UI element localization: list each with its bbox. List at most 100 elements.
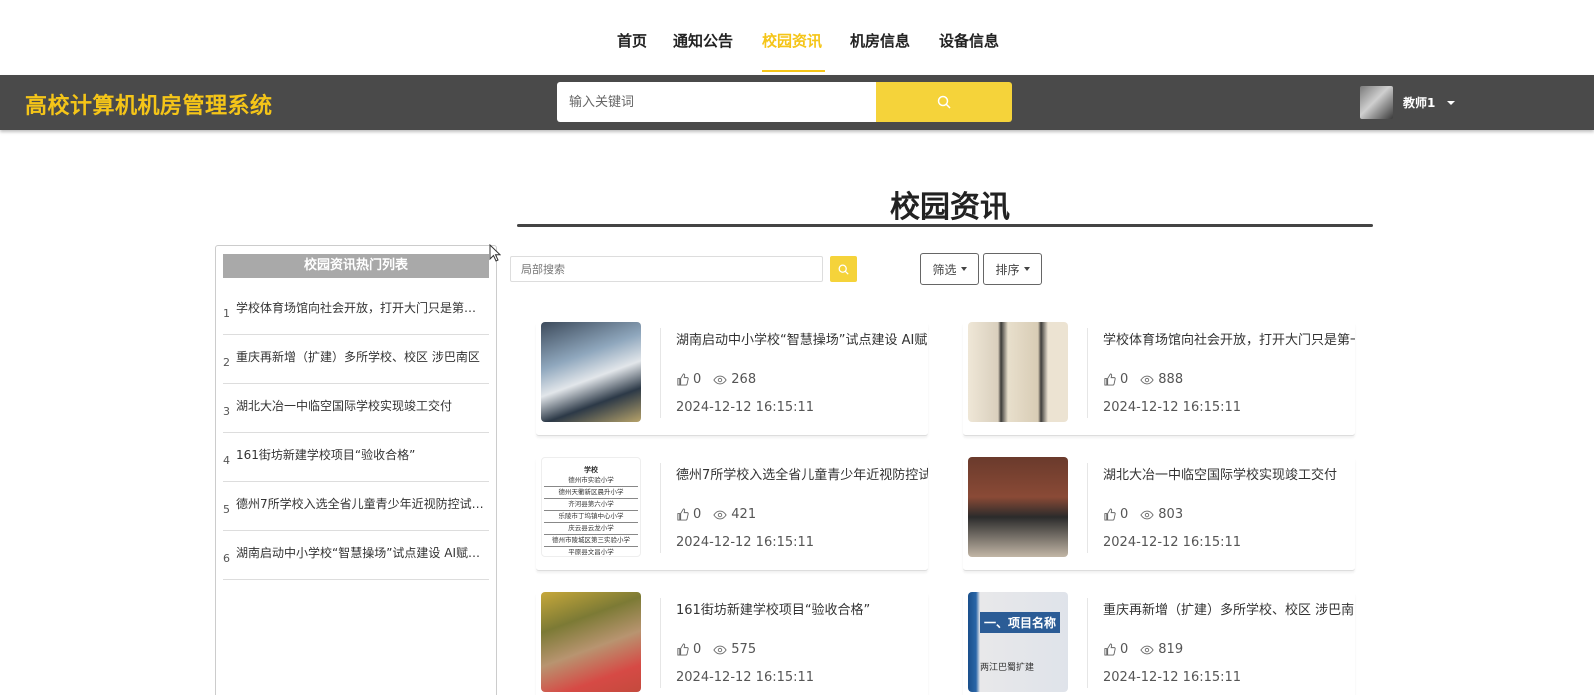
nav-active-indicator <box>762 70 825 72</box>
news-stats: 0 803 <box>1103 507 1195 522</box>
list-item-number: 2 <box>223 356 230 369</box>
filter-dropdown[interactable]: 筛选 <box>920 253 979 285</box>
news-card[interactable]: 学校 德州市实验小学 德州天衢新区晨升小学 齐河县第六小学 乐陵市丁坞镇中心小学… <box>536 457 928 571</box>
view-count: 575 <box>731 642 757 657</box>
thumbs-up-icon[interactable] <box>1103 643 1116 656</box>
news-date: 2024-12-12 16:15:11 <box>1103 400 1242 415</box>
card-divider <box>1087 328 1088 418</box>
news-card[interactable]: 湖北大冶一中临空国际学校实现竣工交付 0 803 2024-12-12 16:1… <box>963 457 1355 571</box>
thumbnail-heading: 学校 <box>584 465 598 474</box>
news-thumbnail[interactable]: 一、项目名称 两江巴蜀扩建 <box>968 592 1068 692</box>
nav-item-home[interactable]: 首页 <box>617 30 647 51</box>
thumbnail-document: 学校 德州市实验小学 德州天衢新区晨升小学 齐河县第六小学 乐陵市丁坞镇中心小学… <box>542 464 640 556</box>
card-divider <box>660 328 661 418</box>
list-item-title[interactable]: 重庆再新增（扩建）多所学校、校区 涉巴南区 <box>236 348 486 365</box>
news-date: 2024-12-12 16:15:11 <box>1103 670 1242 685</box>
news-thumbnail[interactable] <box>968 457 1068 557</box>
news-stats: 0 888 <box>1103 372 1195 387</box>
view-count: 819 <box>1158 642 1184 657</box>
nav-item-notices[interactable]: 通知公告 <box>673 30 733 51</box>
sidebar-title: 校园资讯热门列表 <box>223 254 489 278</box>
hot-news-sidebar: 校园资讯热门列表 1 学校体育场馆向社会开放，打开大门只是第一步 2 重庆再新增（扩… <box>215 245 497 695</box>
news-card[interactable]: 学校体育场馆向社会开放，打开大门只是第一步 0 888 2024-12-12 1… <box>963 322 1355 436</box>
chevron-down-icon <box>1023 267 1030 271</box>
search-button[interactable] <box>876 82 1012 122</box>
news-date: 2024-12-12 16:15:11 <box>1103 535 1242 550</box>
news-card[interactable]: 一、项目名称 两江巴蜀扩建 重庆再新增（扩建）多所学校、校区 涉巴南 0 819… <box>963 592 1355 695</box>
list-item[interactable]: 6 湖南启动中小学校“智慧操场”试点建设 AI赋能体育 <box>223 531 489 580</box>
list-item-number: 6 <box>223 552 230 565</box>
news-date: 2024-12-12 16:15:11 <box>676 535 815 550</box>
nav-item-devices[interactable]: 设备信息 <box>939 30 999 51</box>
news-title[interactable]: 湖北大冶一中临空国际学校实现竣工交付 <box>1103 464 1355 483</box>
list-item-title[interactable]: 湖北大冶一中临空国际学校实现竣工交付 <box>236 397 486 414</box>
thumbnail-line: 齐河县第六小学 <box>544 499 638 511</box>
thumbs-up-icon[interactable] <box>676 643 689 656</box>
local-search-button[interactable] <box>830 256 857 282</box>
sort-label: 排序 <box>995 262 1020 277</box>
eye-icon <box>713 375 727 384</box>
chevron-down-icon <box>1447 100 1456 105</box>
thumbnail-sign-2: 两江巴蜀扩建 <box>980 663 1035 673</box>
thumbs-up-icon[interactable] <box>1103 373 1116 386</box>
list-item-number: 4 <box>223 454 230 467</box>
view-count: 888 <box>1158 372 1184 387</box>
like-count: 0 <box>693 372 702 387</box>
view-count: 268 <box>731 372 757 387</box>
news-card[interactable]: 161街坊新建学校项目“验收合格” 0 575 2024-12-12 16:15… <box>536 592 928 695</box>
thumbnail-line: 乐陵市丁坞镇中心小学 <box>544 511 638 523</box>
list-item[interactable]: 3 湖北大冶一中临空国际学校实现竣工交付 <box>223 384 489 433</box>
hot-news-list: 1 学校体育场馆向社会开放，打开大门只是第一步 2 重庆再新增（扩建）多所学校、校区… <box>223 286 489 580</box>
thumbs-up-icon[interactable] <box>676 508 689 521</box>
news-date: 2024-12-12 16:15:11 <box>676 400 815 415</box>
list-item-number: 1 <box>223 307 230 320</box>
sort-dropdown[interactable]: 排序 <box>983 253 1042 285</box>
app-title: 高校计算机机房管理系统 <box>25 94 273 119</box>
eye-icon <box>713 645 727 654</box>
list-item[interactable]: 1 学校体育场馆向社会开放，打开大门只是第一步 <box>223 286 489 335</box>
list-item[interactable]: 4 161街坊新建学校项目“验收合格” <box>223 433 489 482</box>
eye-icon <box>1140 510 1154 519</box>
list-item-title[interactable]: 湖南启动中小学校“智慧操场”试点建设 AI赋能体育 <box>236 544 486 561</box>
news-thumbnail[interactable] <box>541 592 641 692</box>
page-title: 校园资讯 <box>890 190 1010 225</box>
list-item-title[interactable]: 161街坊新建学校项目“验收合格” <box>236 446 486 463</box>
thumbnail-line: 庆云县云龙小学 <box>544 523 638 535</box>
local-search-input[interactable] <box>510 256 823 282</box>
thumbnail-line: 德州市实验小学 <box>544 475 638 487</box>
news-thumbnail[interactable] <box>968 322 1068 422</box>
thumbnail-line: 德州天衢新区晨升小学 <box>544 487 638 499</box>
like-count: 0 <box>693 507 702 522</box>
search-icon <box>838 264 849 275</box>
card-divider <box>660 598 661 688</box>
user-menu[interactable]: 教师1 <box>1360 80 1456 125</box>
top-nav: 首页 通知公告 校园资讯 机房信息 设备信息 <box>0 0 1594 75</box>
list-item-title[interactable]: 德州7所学校入选全省儿童青少年近视防控试点学校 <box>236 495 486 512</box>
news-date: 2024-12-12 16:15:11 <box>676 670 815 685</box>
news-title[interactable]: 德州7所学校入选全省儿童青少年近视防控试点 <box>676 464 928 483</box>
avatar <box>1360 86 1393 119</box>
news-title[interactable]: 湖南启动中小学校“智慧操场”试点建设 AI赋能 <box>676 329 928 348</box>
mouse-cursor-icon <box>489 244 501 262</box>
thumbs-up-icon[interactable] <box>676 373 689 386</box>
chevron-down-icon <box>960 267 967 271</box>
news-thumbnail[interactable]: 学校 德州市实验小学 德州天衢新区晨升小学 齐河县第六小学 乐陵市丁坞镇中心小学… <box>541 457 641 557</box>
search-input[interactable] <box>557 82 877 122</box>
list-item[interactable]: 5 德州7所学校入选全省儿童青少年近视防控试点学校 <box>223 482 489 531</box>
news-stats: 0 819 <box>1103 642 1195 657</box>
news-title[interactable]: 重庆再新增（扩建）多所学校、校区 涉巴南 <box>1103 599 1355 618</box>
news-title[interactable]: 161街坊新建学校项目“验收合格” <box>676 599 928 618</box>
card-divider <box>1087 598 1088 688</box>
news-card[interactable]: 湖南启动中小学校“智慧操场”试点建设 AI赋能 0 268 2024-12-12… <box>536 322 928 436</box>
like-count: 0 <box>1120 372 1129 387</box>
news-stats: 0 421 <box>676 507 768 522</box>
nav-item-labs[interactable]: 机房信息 <box>850 30 910 51</box>
list-item[interactable]: 2 重庆再新增（扩建）多所学校、校区 涉巴南区 <box>223 335 489 384</box>
nav-item-campus-news[interactable]: 校园资讯 <box>762 30 822 51</box>
news-thumbnail[interactable] <box>541 322 641 422</box>
like-count: 0 <box>1120 642 1129 657</box>
news-stats: 0 268 <box>676 372 768 387</box>
thumbs-up-icon[interactable] <box>1103 508 1116 521</box>
news-title[interactable]: 学校体育场馆向社会开放，打开大门只是第一步 <box>1103 329 1355 348</box>
list-item-title[interactable]: 学校体育场馆向社会开放，打开大门只是第一步 <box>236 299 486 316</box>
